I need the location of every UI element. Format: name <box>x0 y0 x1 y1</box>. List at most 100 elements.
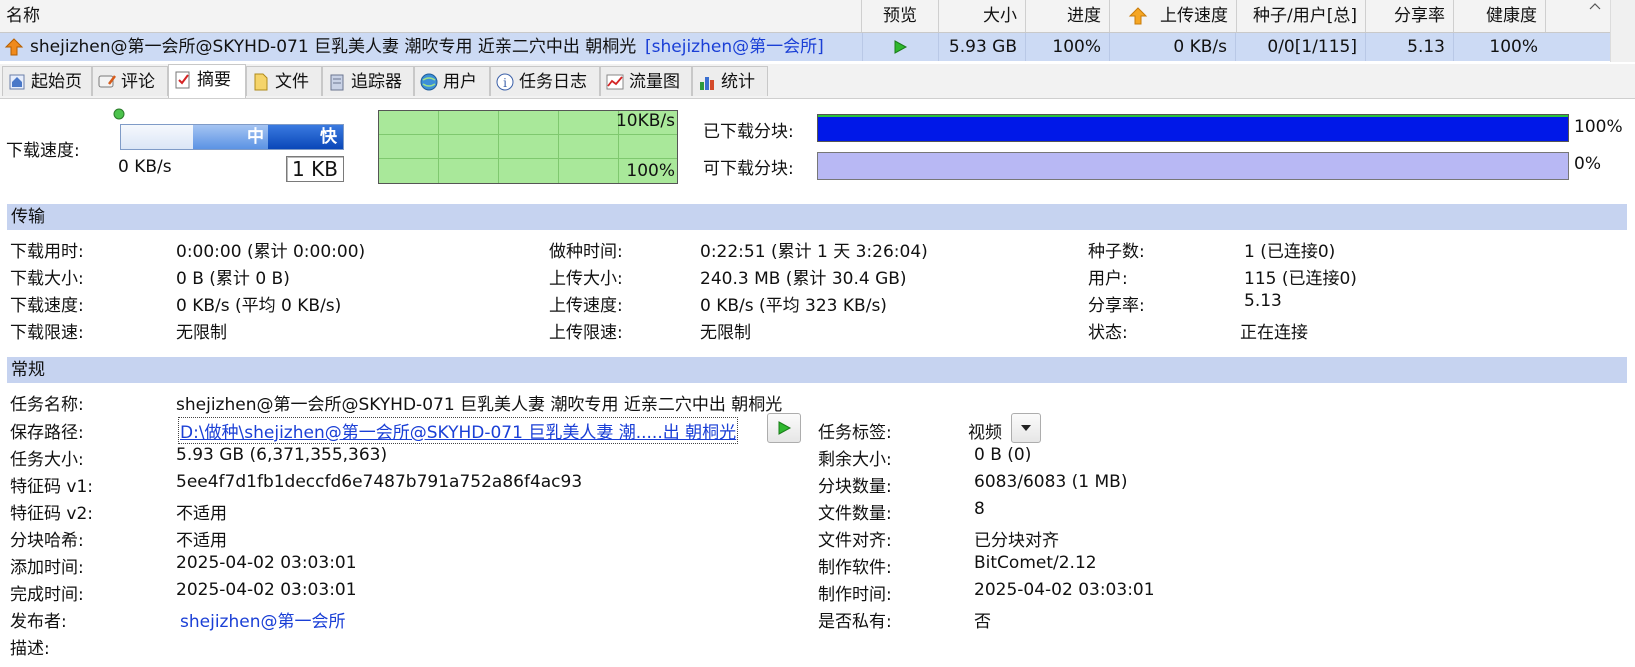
column-header-health[interactable]: 健康度 <box>1454 0 1546 32</box>
speed-limit-slider[interactable]: 中 快 <box>120 124 344 150</box>
task-row-size: 5.93 GB <box>938 33 1026 61</box>
file-alignment-label: 文件对齐: <box>818 531 892 551</box>
task-row-upload-speed: 0 KB/s <box>1110 33 1236 61</box>
comment-icon <box>98 75 116 88</box>
creation-time-value: 2025-04-02 03:03:01 <box>974 580 1155 600</box>
open-folder-play-button[interactable] <box>767 413 801 443</box>
task-tag-value: 视频 <box>968 423 1002 443</box>
share-ratio-label: 分享率: <box>1088 296 1145 316</box>
info-icon: i <box>496 73 514 91</box>
general-section-header: 常规 <box>7 357 1627 383</box>
speed-slider-thumb-icon[interactable] <box>112 107 126 121</box>
added-time-label: 添加时间: <box>10 558 84 578</box>
completed-time-value: 2025-04-02 03:03:01 <box>176 580 357 600</box>
task-list-scrollbar[interactable] <box>1589 0 1635 62</box>
tab-files[interactable]: 文件 <box>246 66 322 96</box>
tab-comments[interactable]: 评论 <box>92 66 168 96</box>
upload-arrow-icon <box>1128 7 1148 25</box>
graph-max-speed-label: 10KB/s <box>615 111 675 131</box>
column-header-upload-speed[interactable]: 上传速度 <box>1110 0 1237 32</box>
column-header-share-ratio[interactable]: 分享率 <box>1366 0 1454 32</box>
upload-size-label: 上传大小: <box>549 269 623 289</box>
home-icon <box>9 74 25 90</box>
column-header-seeds-users[interactable]: 种子/用户[总] <box>1236 0 1366 32</box>
transfer-section-header: 传输 <box>7 204 1627 230</box>
creation-time-label: 制作时间: <box>818 585 892 605</box>
download-size-value: 0 B (累计 0 B) <box>176 269 290 289</box>
task-row-progress: 100% <box>1026 33 1110 61</box>
seeds-count-label: 种子数: <box>1088 242 1145 262</box>
play-icon[interactable] <box>892 39 908 55</box>
upload-size-value: 240.3 MB (累计 30.4 GB) <box>700 269 907 289</box>
save-path-link[interactable]: D:\做种\shejizhen@第一会所@SKYHD-071 巨乳美人妻 潮..… <box>178 417 739 444</box>
column-header-name[interactable]: 名称 <box>0 0 862 32</box>
downloaded-blocks-bar <box>817 114 1569 142</box>
private-label: 是否私有: <box>818 612 892 632</box>
detail-tab-bar: 起始页 评论 摘要 文件 追踪器 用户 i 任务日志 流量图 统计 <box>0 64 1635 99</box>
tab-trackers[interactable]: 追踪器 <box>322 66 414 96</box>
task-size-value: 5.93 GB (6,371,355,363) <box>176 445 388 465</box>
svg-text:i: i <box>503 76 507 90</box>
tab-peers[interactable]: 用户 <box>414 66 490 96</box>
downloaded-blocks-percent: 100% <box>1574 117 1623 137</box>
upload-rate-value: 0 KB/s (平均 323 KB/s) <box>700 296 887 316</box>
task-row-name-cell[interactable]: shejizhen@第一会所@SKYHD-071 巨乳美人妻 潮吹专用 近亲二穴… <box>0 33 863 61</box>
remaining-size-value: 0 B (0) <box>974 445 1032 465</box>
downloaded-blocks-label: 已下载分块: <box>703 122 794 142</box>
task-row-name: shejizhen@第一会所@SKYHD-071 巨乳美人妻 潮吹专用 近亲二穴… <box>30 37 637 57</box>
publisher-label: 发布者: <box>10 612 67 632</box>
speed-graph: 10KB/s 100% <box>378 110 678 184</box>
task-tag-dropdown-button[interactable] <box>1011 413 1041 443</box>
statistics-icon <box>700 77 714 90</box>
infohash-v1-value: 5ee4f7d1fb1deccfd6e7487b791a752a86f4ac93 <box>176 472 583 492</box>
download-size-label: 下载大小: <box>10 269 84 289</box>
tab-summary[interactable]: 摘要 <box>168 64 246 98</box>
seeding-up-arrow-icon <box>4 38 24 56</box>
speed-limit-input[interactable]: 1 KB <box>286 156 344 182</box>
scroll-up-icon[interactable] <box>1589 2 1601 10</box>
share-ratio-value: 5.13 <box>1244 291 1282 311</box>
tab-task-log[interactable]: i 任务日志 <box>490 66 600 96</box>
piece-count-value: 6083/6083 (1 MB) <box>974 472 1128 492</box>
task-row-preview-cell[interactable] <box>862 33 939 61</box>
remaining-size-label: 剩余大小: <box>818 450 892 470</box>
column-header-preview[interactable]: 预览 <box>862 0 939 32</box>
graph-percent-label: 100% <box>626 161 675 181</box>
file-alignment-value: 已分块对齐 <box>974 531 1059 551</box>
available-blocks-label: 可下载分块: <box>703 159 794 179</box>
available-blocks-percent: 0% <box>1574 154 1601 174</box>
users-count-value: 115 (已连接0) <box>1244 269 1357 289</box>
completed-time-label: 完成时间: <box>10 585 84 605</box>
piece-count-label: 分块数量: <box>818 477 892 497</box>
tracker-server-icon <box>330 74 344 91</box>
download-limit-value: 无限制 <box>176 323 227 343</box>
save-path-label: 保存路径: <box>10 423 84 443</box>
task-row-tag[interactable]: [shejizhen@第一会所] <box>645 33 824 61</box>
available-blocks-bar <box>817 152 1569 180</box>
infohash-v1-label: 特征码 v1: <box>10 477 94 497</box>
file-count-label: 文件数量: <box>818 504 892 524</box>
task-row-health: 100% <box>1489 37 1538 57</box>
tab-traffic-graph[interactable]: 流量图 <box>600 66 692 96</box>
status-value: 正在连接 <box>1240 323 1308 343</box>
task-size-label: 任务大小: <box>10 450 84 470</box>
task-list-header: 名称 预览 大小 进度 上传速度 种子/用户[总] 分享率 健康度 <box>0 0 1610 33</box>
column-header-progress[interactable]: 进度 <box>1026 0 1110 32</box>
piece-hash-label: 分块哈希: <box>10 531 84 551</box>
tab-statistics[interactable]: 统计 <box>692 66 768 96</box>
slider-segment-fast: 快 <box>268 125 343 149</box>
status-label: 状态: <box>1088 323 1128 343</box>
file-count-value: 8 <box>974 499 985 519</box>
task-row[interactable]: shejizhen@第一会所@SKYHD-071 巨乳美人妻 潮吹专用 近亲二穴… <box>0 33 1610 61</box>
current-download-speed: 0 KB/s <box>118 157 172 177</box>
play-icon <box>778 421 792 435</box>
task-name-value: shejizhen@第一会所@SKYHD-071 巨乳美人妻 潮吹专用 近亲二穴… <box>176 395 783 415</box>
column-header-size[interactable]: 大小 <box>938 0 1026 32</box>
publisher-link[interactable]: shejizhen@第一会所 <box>180 607 345 632</box>
download-rate-value: 0 KB/s (平均 0 KB/s) <box>176 296 342 316</box>
download-time-label: 下载用时: <box>10 242 84 262</box>
description-label: 描述: <box>10 639 50 659</box>
task-row-share-ratio: 5.13 <box>1366 33 1454 61</box>
tab-start-page[interactable]: 起始页 <box>2 66 92 96</box>
task-row-seeds-users: 0/0[1/115] <box>1236 33 1366 61</box>
